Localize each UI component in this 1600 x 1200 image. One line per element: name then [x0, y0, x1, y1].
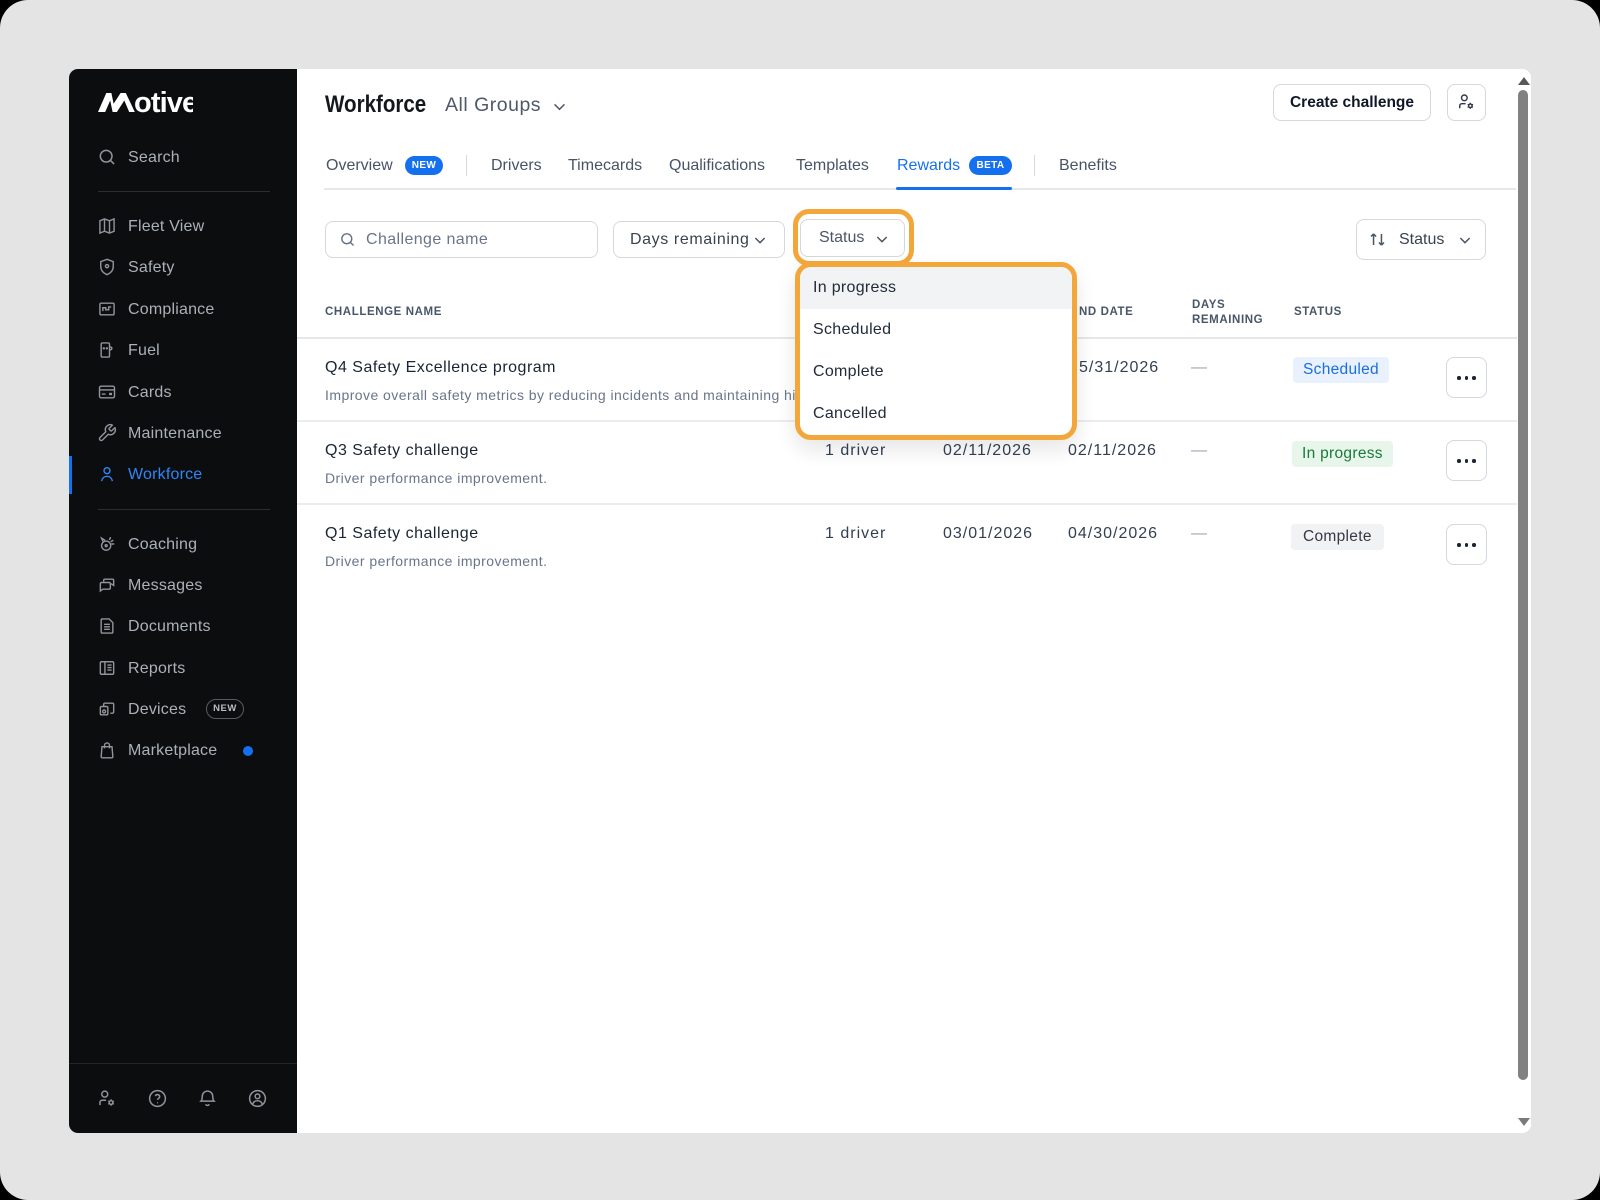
svg-text:otive: otive	[134, 89, 193, 114]
